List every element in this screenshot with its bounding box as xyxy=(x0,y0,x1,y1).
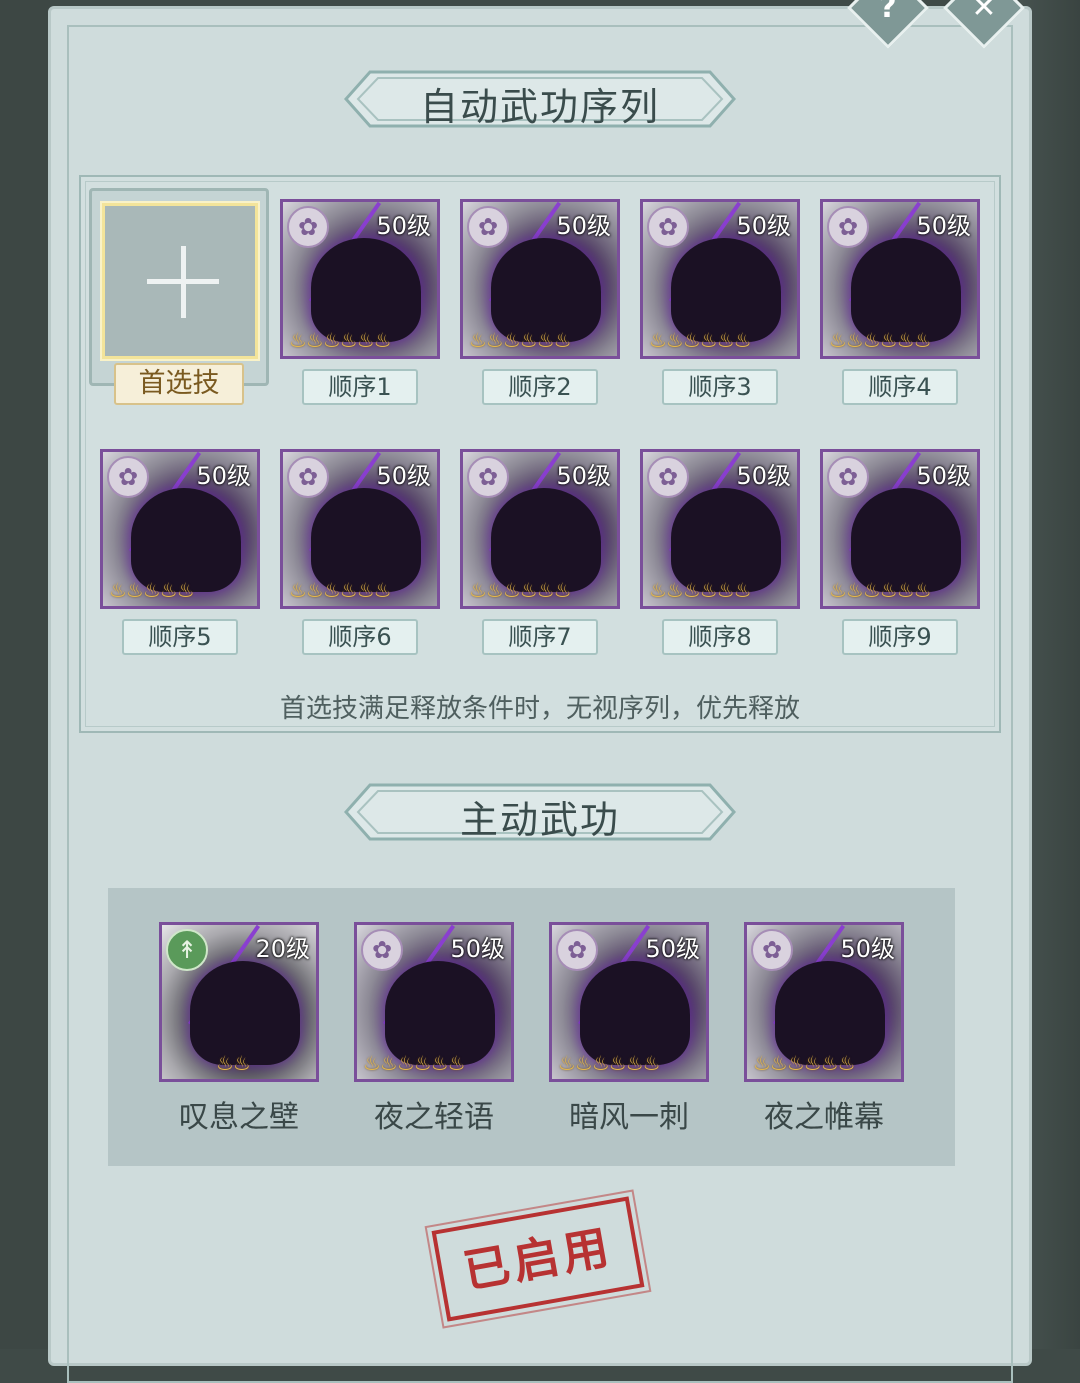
skill-level: 50级 xyxy=(736,462,791,490)
active-skill-name: 暗风一刺 xyxy=(569,1100,689,1135)
star-rating-icons: ♨♨♨♨♨♨ xyxy=(469,578,572,602)
skill-level: 50级 xyxy=(916,212,971,240)
star-rating-icons: ♨♨♨♨♨♨ xyxy=(363,1051,466,1075)
skill-level: 50级 xyxy=(376,462,431,490)
sequence-order-label: 顺序1 xyxy=(302,369,418,405)
rose-school-icon: ✿ xyxy=(556,929,598,971)
rose-school-icon: ✿ xyxy=(107,456,149,498)
rose-school-icon: ✿ xyxy=(467,456,509,498)
sequence-order-label: 顺序4 xyxy=(842,369,958,405)
skill-level: 50级 xyxy=(645,935,700,963)
rose-school-icon: ✿ xyxy=(361,929,403,971)
sequence-order-label: 顺序3 xyxy=(662,369,778,405)
sequence-order-label: 顺序7 xyxy=(482,619,598,655)
skill-level: 50级 xyxy=(736,212,791,240)
sequence-hint: 首选技满足释放条件时，无视序列，优先释放 xyxy=(279,694,800,724)
skill-level: 20级 xyxy=(255,935,310,963)
rose-school-icon: ✿ xyxy=(827,206,869,248)
skill-level: 50级 xyxy=(916,462,971,490)
sequence-skill-card[interactable]: ✿ 50级 ♨♨♨♨♨ xyxy=(100,449,260,609)
skill-art-silhouette xyxy=(311,238,421,342)
star-rating-icons: ♨♨ xyxy=(216,1051,251,1075)
skill-art-silhouette xyxy=(775,961,885,1065)
skill-art-silhouette xyxy=(851,488,961,592)
skill-art-silhouette xyxy=(131,488,241,592)
preferred-skill-empty-card[interactable] xyxy=(100,201,260,361)
skill-level: 50级 xyxy=(376,212,431,240)
active-skill-card[interactable]: ✿ 50级 ♨♨♨♨♨♨ xyxy=(354,922,514,1082)
sequence-title-banner: 自动武功序列 xyxy=(344,70,736,129)
rose-school-icon: ✿ xyxy=(647,456,689,498)
sequence-order-label: 顺序8 xyxy=(662,619,778,655)
sequence-skill-card[interactable]: ✿ 50级 ♨♨♨♨♨♨ xyxy=(280,449,440,609)
active-skill-card[interactable]: ✿ 50级 ♨♨♨♨♨♨ xyxy=(549,922,709,1082)
skill-art-silhouette xyxy=(385,961,495,1065)
rose-school-icon: ✿ xyxy=(827,456,869,498)
plus-icon-vertical xyxy=(181,246,186,318)
skill-art-silhouette xyxy=(580,961,690,1065)
skill-art-silhouette xyxy=(311,488,421,592)
star-rating-icons: ♨♨♨♨♨♨ xyxy=(289,578,392,602)
sequence-skill-card[interactable]: ✿ 50级 ♨♨♨♨♨♨ xyxy=(640,449,800,609)
skill-art-silhouette xyxy=(851,238,961,342)
sequence-skill-card[interactable]: ✿ 50级 ♨♨♨♨♨♨ xyxy=(460,199,620,359)
preferred-skill-slot[interactable]: 首选技 xyxy=(89,188,269,405)
star-rating-icons: ♨♨♨♨♨♨ xyxy=(829,578,932,602)
star-rating-icons: ♨♨♨♨♨♨ xyxy=(649,328,752,352)
sequence-order-label: 顺序2 xyxy=(482,369,598,405)
active-skill-name: 夜之帷幕 xyxy=(764,1100,884,1135)
skill-art-silhouette xyxy=(491,238,601,342)
star-rating-icons: ♨♨♨♨♨♨ xyxy=(649,578,752,602)
sequence-skill-card[interactable]: ✿ 50级 ♨♨♨♨♨♨ xyxy=(460,449,620,609)
star-rating-icons: ♨♨♨♨♨♨ xyxy=(469,328,572,352)
skill-level: 50级 xyxy=(556,462,611,490)
rose-school-icon: ✿ xyxy=(467,206,509,248)
sequence-order-label: 顺序6 xyxy=(302,619,418,655)
star-rating-icons: ♨♨♨♨♨♨ xyxy=(829,328,932,352)
leaf-school-icon: ↟ xyxy=(166,929,208,971)
active-skill-name: 叹息之壁 xyxy=(179,1100,299,1135)
sequence-skill-card[interactable]: ✿ 50级 ♨♨♨♨♨♨ xyxy=(820,199,980,359)
skill-art-silhouette xyxy=(491,488,601,592)
rose-school-icon: ✿ xyxy=(287,456,329,498)
skill-level: 50级 xyxy=(556,212,611,240)
rose-school-icon: ✿ xyxy=(287,206,329,248)
skill-art-silhouette xyxy=(190,961,300,1065)
skill-art-silhouette xyxy=(671,488,781,592)
close-icon: ✕ xyxy=(971,0,997,25)
sequence-order-label: 顺序9 xyxy=(842,619,958,655)
skill-level: 50级 xyxy=(840,935,895,963)
active-title: 主动武功 xyxy=(459,798,620,842)
skill-level: 50级 xyxy=(196,462,251,490)
rose-school-icon: ✿ xyxy=(751,929,793,971)
preferred-skill-label: 首选技 xyxy=(114,363,244,405)
sequence-skill-card[interactable]: ✿ 50级 ♨♨♨♨♨♨ xyxy=(280,199,440,359)
skill-level: 50级 xyxy=(450,935,505,963)
star-rating-icons: ♨♨♨♨♨♨ xyxy=(558,1051,661,1075)
active-skill-name: 夜之轻语 xyxy=(374,1100,494,1135)
backdrop-left xyxy=(0,0,50,1349)
rose-school-icon: ✿ xyxy=(647,206,689,248)
star-rating-icons: ♨♨♨♨♨♨ xyxy=(289,328,392,352)
sequence-order-label: 顺序5 xyxy=(122,619,238,655)
sequence-skill-card[interactable]: ✿ 50级 ♨♨♨♨♨♨ xyxy=(820,449,980,609)
sequence-skill-card[interactable]: ✿ 50级 ♨♨♨♨♨♨ xyxy=(640,199,800,359)
star-rating-icons: ♨♨♨♨♨♨ xyxy=(753,1051,856,1075)
active-skill-card[interactable]: ✿ 50级 ♨♨♨♨♨♨ xyxy=(744,922,904,1082)
skill-art-silhouette xyxy=(671,238,781,342)
star-rating-icons: ♨♨♨♨♨ xyxy=(109,578,195,602)
sequence-title: 自动武功序列 xyxy=(419,85,660,129)
active-skill-card[interactable]: ↟ 20级 ♨♨ xyxy=(159,922,319,1082)
active-title-banner: 主动武功 xyxy=(344,783,736,842)
question-icon: ? xyxy=(879,0,897,25)
